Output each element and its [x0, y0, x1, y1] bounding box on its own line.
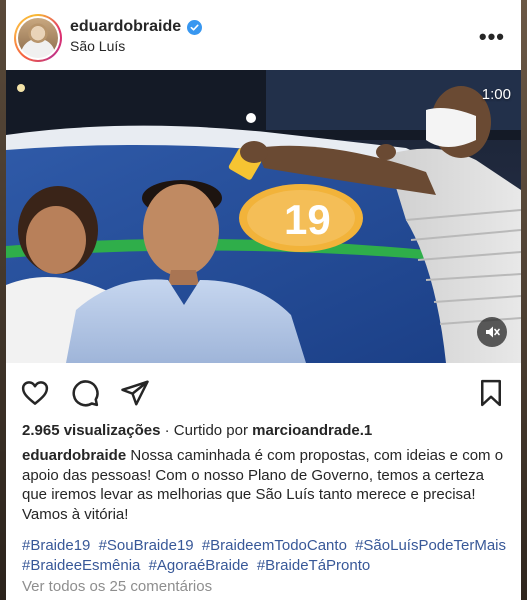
post-caption: eduardobraide Nossa caminhada é com prop…	[22, 446, 510, 524]
views-count[interactable]: 2.965 visualizações	[22, 422, 160, 439]
story-ring[interactable]	[14, 14, 62, 62]
instagram-post: eduardobraide São Luís ••• 19 1:00 2.965…	[6, 0, 521, 600]
paper-plane-icon	[121, 380, 149, 406]
avatar	[18, 18, 58, 58]
liked-by-user[interactable]: marcioandrade.1	[252, 422, 372, 439]
more-options-button[interactable]: •••	[479, 24, 505, 50]
caption-author[interactable]: eduardobraide	[22, 447, 126, 464]
hashtag-link[interactable]: #AgoraéBraide	[149, 557, 249, 574]
hashtag-link[interactable]: #Braide19	[22, 537, 90, 554]
hashtag-link[interactable]: #BraideemTodoCanto	[202, 537, 347, 554]
hashtag-link[interactable]: #SouBraide19	[99, 537, 194, 554]
like-button[interactable]	[20, 378, 52, 410]
engagement-summary: 2.965 visualizações · Curtido por marcio…	[22, 422, 372, 439]
background-edge-right	[521, 0, 527, 600]
video-frame: 19	[6, 70, 521, 363]
comment-button[interactable]	[70, 378, 102, 410]
bookmark-icon	[481, 379, 501, 407]
share-button[interactable]	[120, 378, 152, 410]
video-timer: 1:00	[481, 86, 511, 103]
post-video[interactable]: 19 1:00	[6, 70, 521, 363]
mute-button[interactable]	[477, 317, 507, 347]
speaker-muted-icon	[486, 326, 500, 338]
verified-badge-icon	[187, 19, 203, 35]
hashtag-link[interactable]: #SãoLuísPodeTerMais	[355, 537, 506, 554]
liked-by-prefix: · Curtido por	[164, 422, 248, 439]
hashtag-list: #Braide19 #SouBraide19 #BraideemTodoCant…	[22, 536, 517, 575]
post-header: eduardobraide São Luís •••	[6, 0, 521, 68]
heart-icon	[21, 381, 49, 405]
post-actions	[6, 372, 521, 416]
view-comments-link[interactable]: Ver todos os 25 comentários	[22, 578, 212, 595]
username-link[interactable]: eduardobraide	[70, 18, 181, 36]
save-button[interactable]	[476, 378, 508, 410]
hashtag-link[interactable]: #BraideeEsmênia	[22, 557, 140, 574]
username-row: eduardobraide	[70, 18, 203, 36]
overlay-number: 19	[284, 196, 331, 243]
hashtag-link[interactable]: #BraideTáPronto	[257, 557, 370, 574]
location-link[interactable]: São Luís	[70, 38, 125, 54]
comment-bubble-icon	[72, 380, 99, 407]
